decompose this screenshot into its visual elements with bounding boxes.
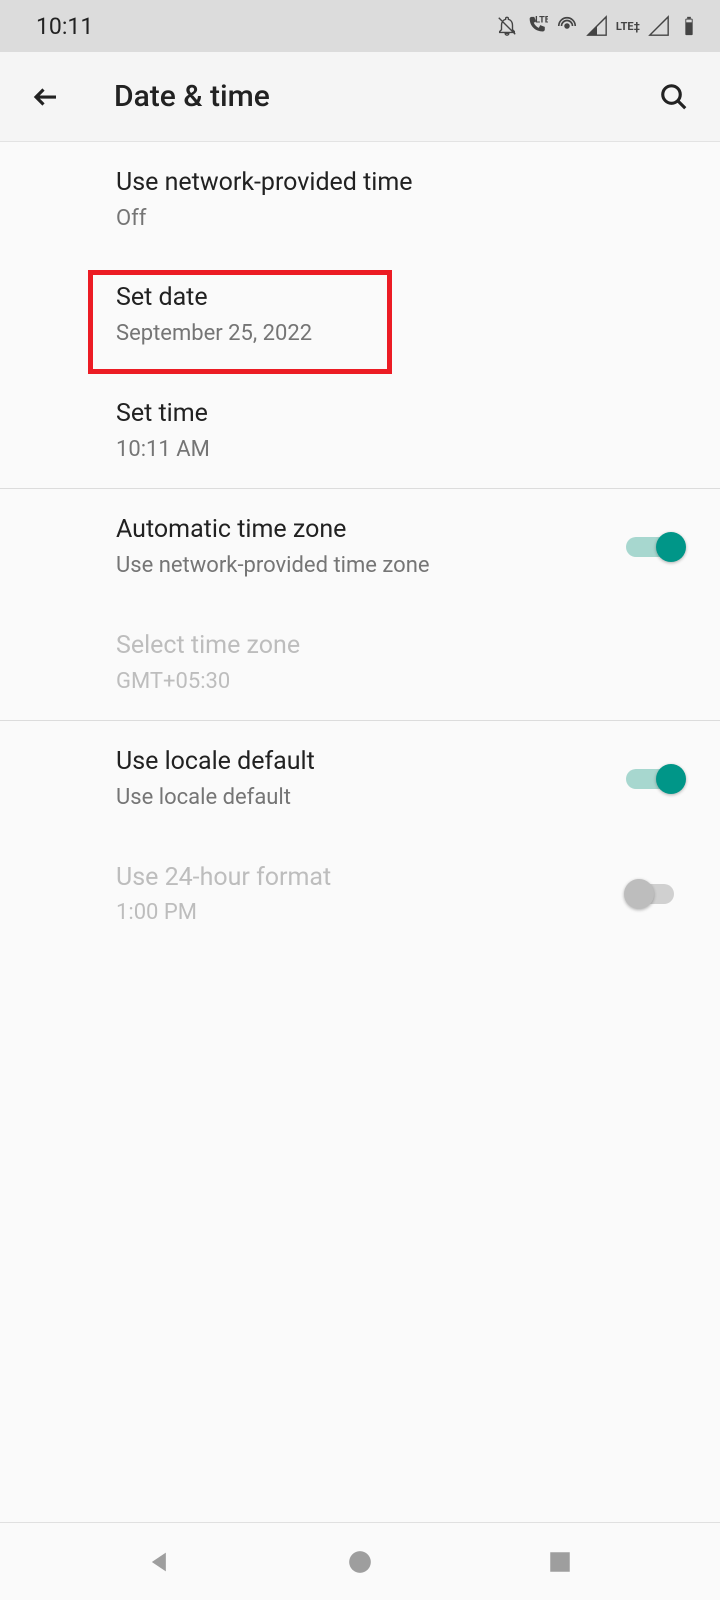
- row-sub: 1:00 PM: [116, 898, 626, 928]
- row-24hour: Use 24-hour format 1:00 PM: [0, 837, 720, 952]
- hotspot-icon: [556, 15, 578, 37]
- arrow-left-icon: [31, 82, 61, 112]
- status-bar: 10:11 LTE LTE‡: [0, 0, 720, 52]
- locale-default-toggle[interactable]: [626, 763, 684, 795]
- row-locale-default[interactable]: Use locale default Use locale default: [0, 721, 720, 836]
- dnd-icon: [496, 15, 518, 37]
- search-icon: [659, 82, 689, 112]
- navigation-bar: [0, 1522, 720, 1600]
- row-sub: GMT+05:30: [116, 667, 684, 697]
- page-title: Date & time: [114, 79, 650, 114]
- app-bar: Date & time: [0, 52, 720, 142]
- circle-home-icon: [347, 1549, 373, 1575]
- volte-icon: LTE: [526, 15, 548, 37]
- 24hour-toggle: [626, 878, 684, 910]
- row-sub: Off: [116, 204, 684, 234]
- signal-2-icon: [648, 15, 670, 37]
- row-sub: September 25, 2022: [116, 319, 684, 349]
- section-locale: Use locale default Use locale default Us…: [0, 721, 720, 952]
- settings-content: Use network-provided time Off Set date S…: [0, 142, 720, 952]
- row-set-time[interactable]: Set time 10:11 AM: [0, 373, 720, 488]
- status-time: 10:11: [36, 13, 93, 40]
- nav-recent-button[interactable]: [538, 1540, 582, 1584]
- row-auto-timezone[interactable]: Automatic time zone Use network-provided…: [0, 489, 720, 604]
- battery-icon: [678, 15, 700, 37]
- auto-timezone-toggle[interactable]: [626, 531, 684, 563]
- row-set-date[interactable]: Set date September 25, 2022: [0, 257, 720, 372]
- row-title: Set time: [116, 397, 684, 431]
- row-select-timezone: Select time zone GMT+05:30: [0, 605, 720, 720]
- row-sub: 10:11 AM: [116, 435, 684, 465]
- square-recent-icon: [547, 1549, 573, 1575]
- row-title: Use locale default: [116, 745, 626, 779]
- status-icons: LTE LTE‡: [496, 15, 700, 37]
- svg-text:LTE: LTE: [535, 15, 548, 25]
- row-sub: Use locale default: [116, 783, 626, 813]
- row-title: Select time zone: [116, 629, 684, 663]
- signal-1-icon: [586, 15, 608, 37]
- search-button[interactable]: [650, 73, 698, 121]
- row-network-time[interactable]: Use network-provided time Off: [0, 142, 720, 257]
- triangle-back-icon: [146, 1548, 174, 1576]
- back-button[interactable]: [22, 73, 70, 121]
- lte-badge: LTE‡: [616, 20, 640, 33]
- row-title: Use network-provided time: [116, 166, 684, 200]
- row-title: Use 24-hour format: [116, 861, 626, 895]
- section-time: Use network-provided time Off Set date S…: [0, 142, 720, 489]
- row-title: Automatic time zone: [116, 513, 626, 547]
- section-timezone: Automatic time zone Use network-provided…: [0, 489, 720, 721]
- row-title: Set date: [116, 281, 684, 315]
- nav-home-button[interactable]: [338, 1540, 382, 1584]
- nav-back-button[interactable]: [138, 1540, 182, 1584]
- row-sub: Use network-provided time zone: [116, 551, 626, 581]
